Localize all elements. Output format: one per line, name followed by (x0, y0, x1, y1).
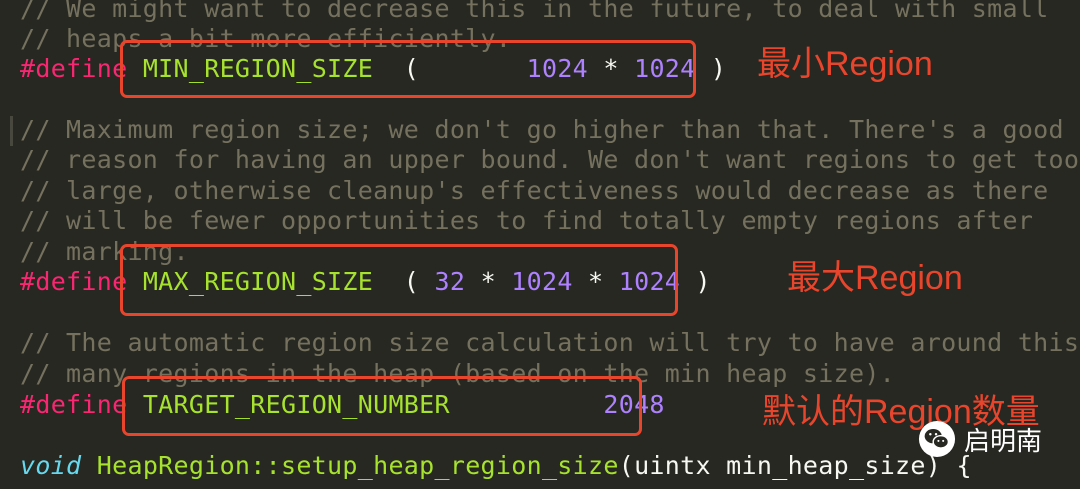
define-keyword: #define (20, 267, 128, 296)
wechat-icon (918, 420, 956, 458)
function-signature-line: void HeapRegion::setup_heap_region_size(… (20, 451, 972, 481)
paren: ) (680, 267, 711, 296)
annotation-min-region: 最小Region (757, 45, 933, 83)
code-comment-line: // Maximum region size; we don't go high… (20, 115, 1064, 144)
code-comment-line: // large, otherwise cleanup's effectiven… (20, 176, 1049, 205)
code-comment-line: // We might want to decrease this in the… (20, 0, 1049, 23)
watermark: 启明南 (918, 420, 1042, 458)
watermark-text: 启明南 (964, 425, 1043, 456)
line-highlight-marker (10, 116, 13, 146)
type-keyword: void (20, 451, 82, 480)
annotation-max-region: 最大Region (787, 259, 963, 297)
code-comment-line: // will be fewer opportunities to find t… (20, 206, 1034, 235)
define-keyword: #define (20, 390, 128, 419)
highlight-box-min (120, 40, 696, 98)
paren: ) (695, 54, 727, 83)
define-keyword: #define (20, 54, 128, 83)
highlight-box-max (120, 244, 678, 316)
code-comment-line: // reason for having an upper bound. We … (20, 145, 1080, 174)
code-comment-line: // The automatic region size calculation… (20, 328, 1080, 357)
function-name: HeapRegion::setup_heap_region_size (96, 451, 619, 480)
highlight-box-target (122, 376, 642, 436)
